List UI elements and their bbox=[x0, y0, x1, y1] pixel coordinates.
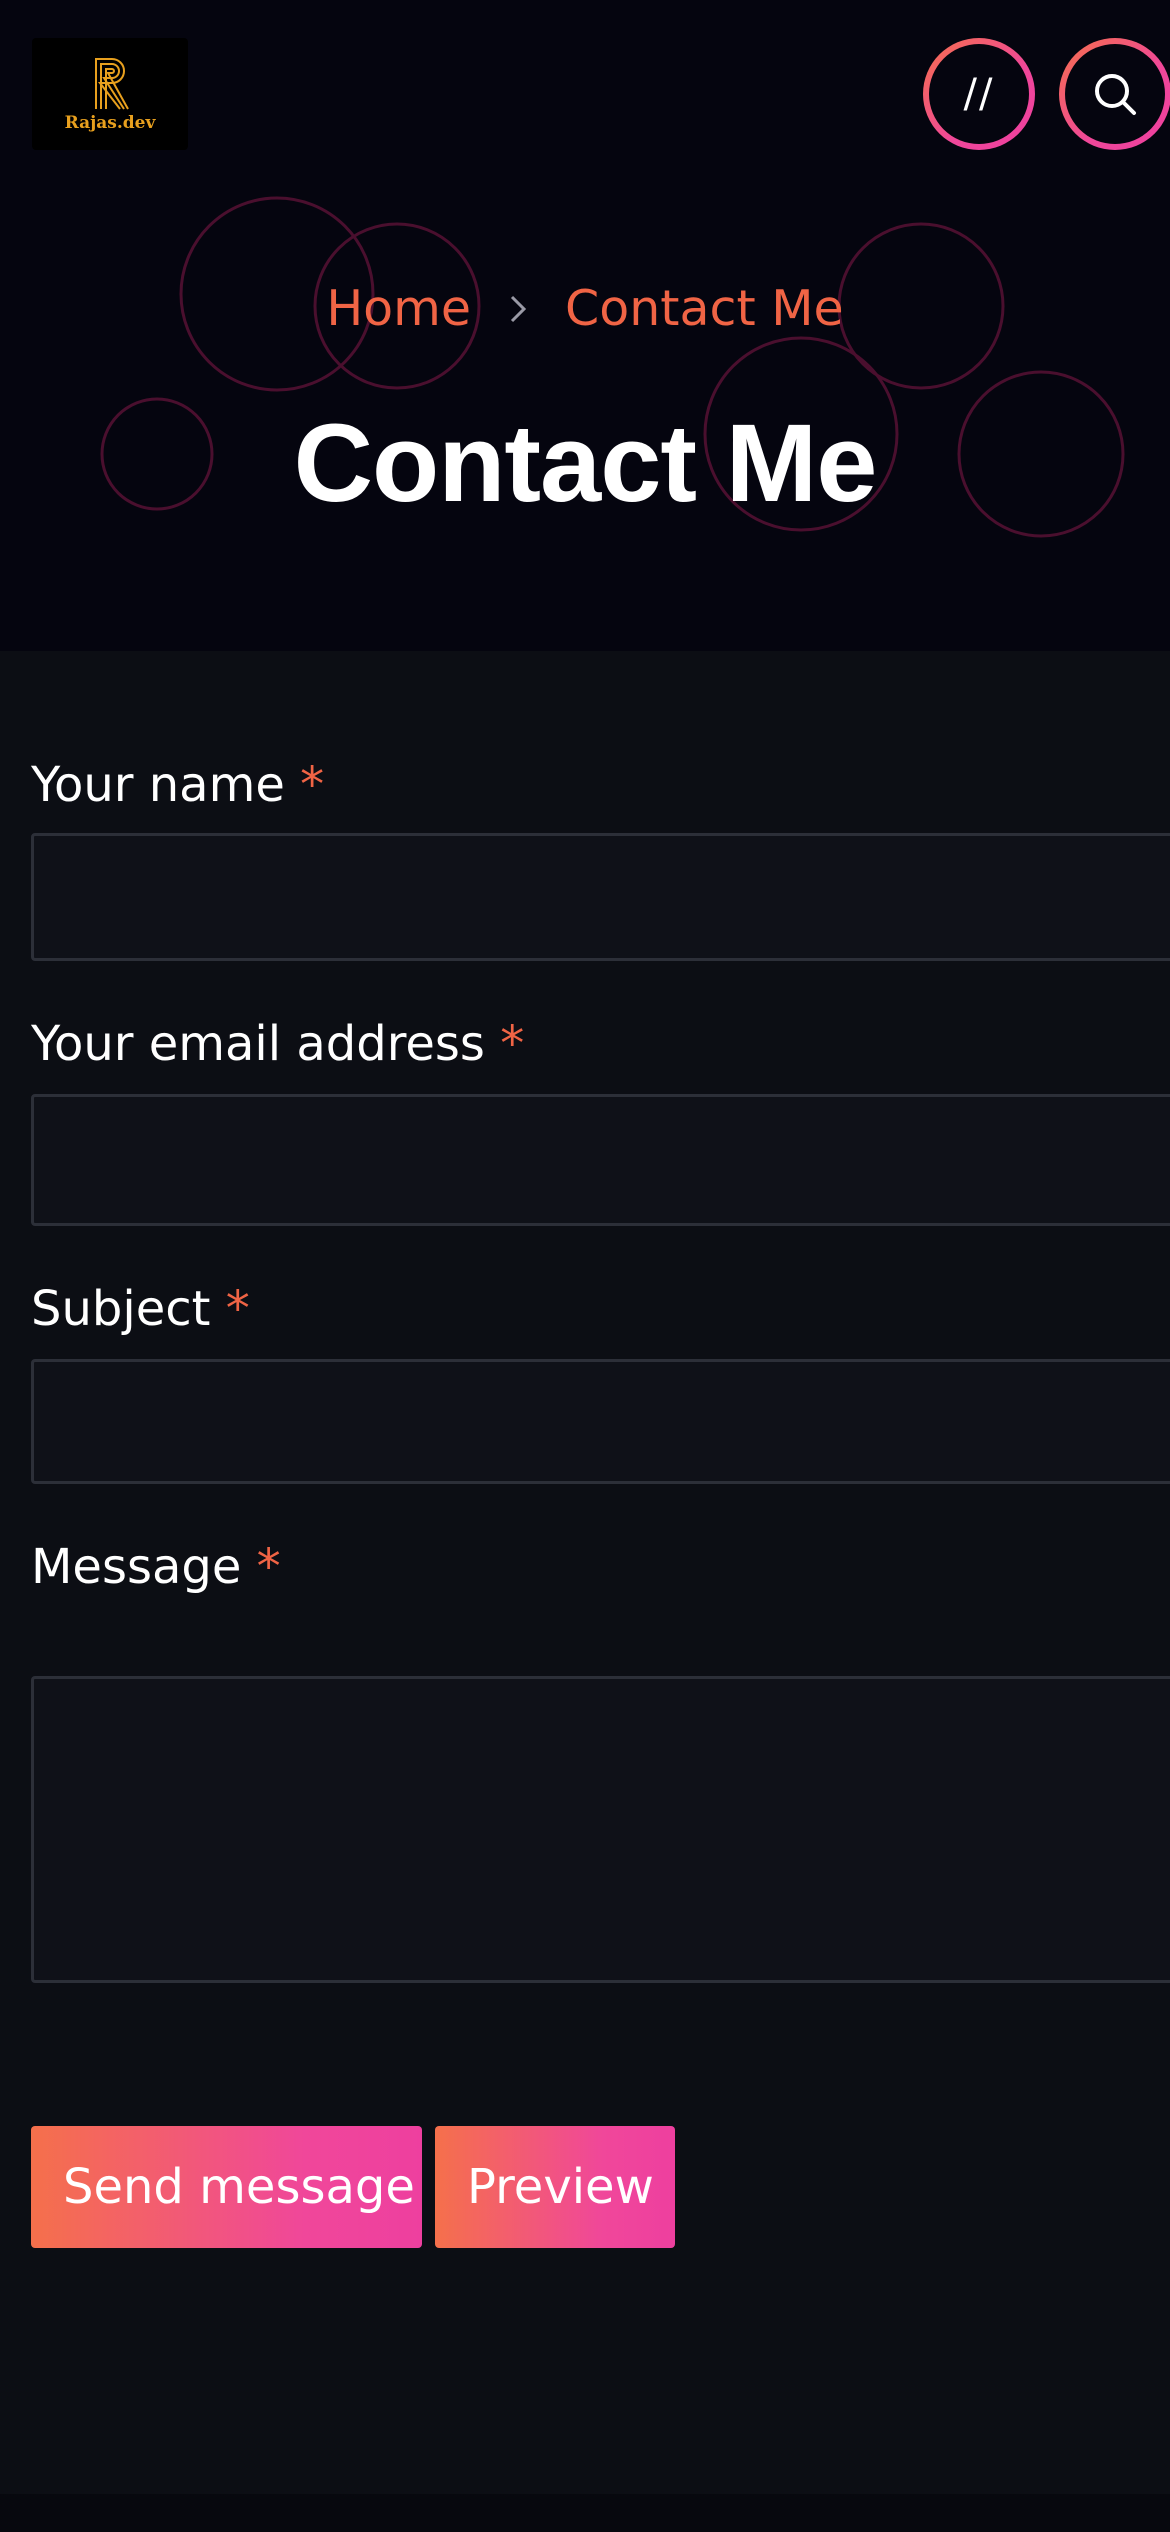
logo-r-icon bbox=[95, 58, 129, 110]
email-label: Your email address * bbox=[31, 1016, 525, 1072]
name-label: Your name * bbox=[31, 757, 325, 813]
subject-label: Subject * bbox=[31, 1281, 250, 1337]
search-icon bbox=[1095, 74, 1136, 115]
required-marker: * bbox=[225, 1281, 250, 1337]
contact-form: Your name * Your email address * Subject… bbox=[0, 651, 1170, 2494]
form-actions: Send message Preview bbox=[31, 2126, 675, 2248]
required-marker: * bbox=[500, 1016, 525, 1072]
breadcrumb-current: Contact Me bbox=[565, 280, 844, 337]
required-marker: * bbox=[256, 1539, 281, 1595]
menu-button[interactable]: // bbox=[923, 38, 1035, 150]
logo-text: Rajas.dev bbox=[64, 113, 156, 133]
message-field[interactable] bbox=[31, 1676, 1170, 1983]
subject-field[interactable] bbox=[31, 1359, 1170, 1484]
breadcrumb-home-link[interactable]: Home bbox=[326, 280, 471, 337]
search-button[interactable] bbox=[1059, 38, 1170, 150]
send-message-button[interactable]: Send message bbox=[31, 2126, 422, 2248]
page-hero: Rajas.dev // Home Contact Me Contact Me bbox=[0, 0, 1170, 651]
required-marker: * bbox=[300, 757, 325, 813]
name-field[interactable] bbox=[31, 833, 1170, 961]
page-title: Contact Me bbox=[293, 402, 878, 525]
preview-button[interactable]: Preview bbox=[435, 2126, 675, 2248]
footer-edge bbox=[0, 2494, 1170, 2532]
menu-button-label: // bbox=[929, 44, 1029, 144]
message-label: Message * bbox=[31, 1539, 281, 1595]
email-field[interactable] bbox=[31, 1094, 1170, 1226]
chevron-right-icon bbox=[510, 295, 527, 322]
site-logo[interactable]: Rajas.dev bbox=[32, 38, 188, 150]
breadcrumb: Home Contact Me bbox=[0, 280, 1170, 337]
